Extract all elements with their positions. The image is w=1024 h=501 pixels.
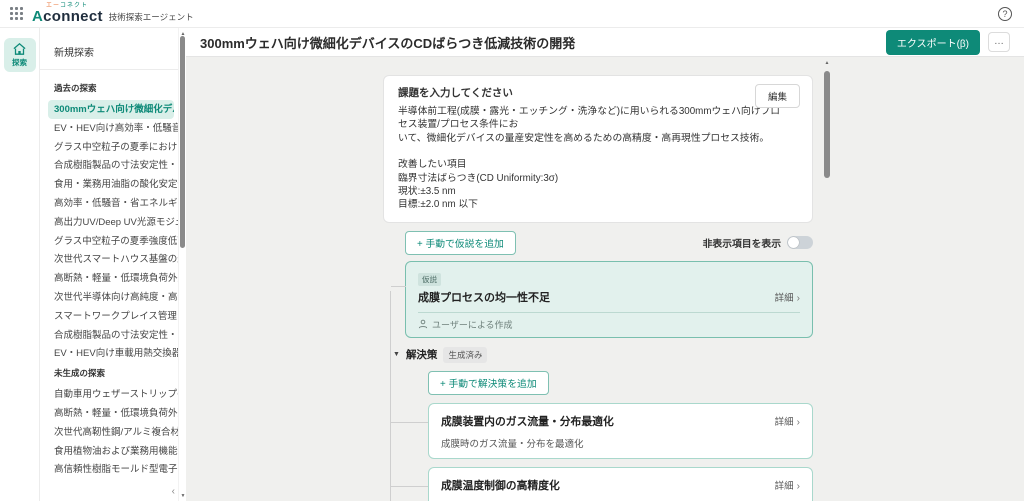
solution-detail-link[interactable]: 詳細› — [775, 478, 800, 492]
solution-description: 成膜時のガス流量・分布を最適化 — [441, 436, 800, 450]
solution-card[interactable]: 成膜温度制御の高精度化詳細›成膜時の温度制御精度を向上 — [428, 467, 813, 501]
sidebar-item[interactable]: 300mmウェハ向け微細化デバイ… — [48, 100, 174, 119]
solutions-section-header: ▼ 解決策 生成済み — [393, 347, 813, 363]
add-solution-button[interactable]: + 手動で解決策を追加 — [428, 371, 549, 395]
sidebar-item[interactable]: スマートワークプレイス管理シス… — [40, 307, 178, 326]
sidebar-item[interactable]: 高出力UV/Deep UV光源モジュー… — [40, 213, 178, 232]
help-icon[interactable]: ? — [998, 7, 1012, 21]
hypothesis-card[interactable]: 仮説 成膜プロセスの均一性不足 詳細› ユーザーによる作成 — [405, 261, 813, 338]
rail-explore-label: 探索 — [4, 57, 36, 68]
nav-rail: 探索 — [0, 28, 40, 501]
person-icon — [418, 319, 428, 329]
caret-down-icon[interactable]: ▼ — [393, 351, 400, 358]
hypothesis-badge: 仮説 — [418, 273, 441, 286]
sidebar-item[interactable]: 自動車用ウェザーストリップの高… — [40, 385, 178, 404]
edit-button[interactable]: 編集 — [755, 84, 800, 108]
sidebar-item[interactable]: EV・HEV向け高効率・低騒音・… — [40, 119, 178, 138]
sidebar-item[interactable]: 次世代高靭性鋼/アルミ複合材料… — [40, 423, 178, 442]
content-scrollbar-thumb[interactable] — [824, 71, 830, 178]
sidebar-divider — [40, 69, 178, 70]
solutions-status-badge: 生成済み — [443, 347, 487, 363]
solutions-label: 解決策 — [406, 347, 438, 362]
sidebar-item[interactable]: 合成樹脂製品の寸法安定性・長寿… — [40, 156, 178, 175]
app-grid-icon[interactable] — [10, 7, 23, 20]
hypothesis-tree: 仮説 成膜プロセスの均一性不足 詳細› ユーザーによる作成 ▼ — [405, 261, 813, 501]
sidebar-item[interactable]: 食用植物油および業務用機能性油… — [40, 442, 178, 461]
sidebar-item[interactable]: 高効率・低騒音・省エネルギー電… — [40, 194, 178, 213]
sidebar-item[interactable]: 食用・業務用油脂の酸化安定性・… — [40, 175, 178, 194]
sidebar-item[interactable]: グラス中空粒子の夏季における強… — [40, 138, 178, 157]
main-header: 300mmウェハ向け微細化デバイスのCDばらつき低減技術の開発 エクスポート(β… — [186, 28, 1024, 57]
app-logo: エーコネクト Aconnect 技術探索エージェント — [32, 3, 194, 25]
solution-title: 成膜装置内のガス流量・分布最適化 — [441, 413, 775, 429]
chevron-right-icon: › — [797, 417, 800, 428]
hypothesis-author: ユーザーによる作成 — [418, 312, 800, 337]
sidebar-item[interactable]: 合成樹脂製品の寸法安定性・長寿… — [40, 326, 178, 345]
show-hidden-label: 非表示項目を表示 — [703, 236, 781, 250]
sidebar-scrollbar[interactable]: ▲ ▼ — [178, 28, 186, 501]
sidebar-item[interactable]: 高断熱・軽量・低環境負荷外壁パ… — [40, 269, 178, 288]
rail-item-explore[interactable]: 探索 — [4, 38, 36, 72]
sidebar-scroll: 過去の探索300mmウェハ向け微細化デバイ…EV・HEV向け高効率・低騒音・…グ… — [40, 78, 178, 478]
solution-card-list: 成膜装置内のガス流量・分布最適化詳細›成膜時のガス流量・分布を最適化成膜温度制御… — [405, 403, 813, 501]
solution-title: 成膜温度制御の高精度化 — [441, 477, 775, 493]
sidebar-section-label: 未生成の探索 — [40, 363, 178, 385]
tree-connector — [390, 291, 391, 501]
home-icon — [13, 43, 26, 55]
solution-card[interactable]: 成膜装置内のガス流量・分布最適化詳細› 成膜時のガス流量・分布を最適化 — [428, 403, 813, 459]
sidebar-item[interactable]: EV・HEV向け車載用熱交換器の… — [40, 344, 178, 363]
challenge-title: 課題を入力してください — [398, 85, 798, 100]
page-title: 300mmウェハ向け微細化デバイスのCDばらつき低減技術の開発 — [200, 33, 878, 52]
sidebar-scrollbar-thumb[interactable] — [180, 36, 185, 248]
sidebar-item[interactable]: 次世代半導体向け高純度・高信頼… — [40, 288, 178, 307]
new-search-button[interactable]: 新規探索 — [40, 38, 178, 69]
sidebar-collapse-icon[interactable]: ‹ — [172, 487, 175, 497]
chevron-right-icon: › — [797, 481, 800, 492]
hypothesis-title: 成膜プロセスの均一性不足 — [418, 289, 775, 305]
challenge-panel: 課題を入力してください 編集 半導体前工程(成膜・露光・エッチング・洗浄など)に… — [383, 75, 813, 223]
solution-detail-link[interactable]: 詳細› — [775, 414, 800, 428]
sidebar-section-label: 過去の探索 — [40, 78, 178, 100]
content-scrollbar[interactable]: ▲ — [823, 60, 831, 500]
add-hypothesis-button[interactable]: + 手動で仮説を追加 — [405, 231, 516, 255]
hypothesis-detail-link[interactable]: 詳細› — [775, 290, 800, 304]
sidebar-item[interactable]: グラス中空粒子の夏季強度低下の… — [40, 232, 178, 251]
scroll-up-icon[interactable]: ▲ — [823, 60, 831, 66]
top-header: エーコネクト Aconnect 技術探索エージェント ? — [0, 0, 1024, 28]
sidebar-item[interactable]: 高信頼性樹脂モールド型電子部品… — [40, 460, 178, 478]
more-options-button[interactable]: … — [988, 32, 1010, 52]
sidebar-item[interactable]: 次世代スマートハウス基盤の最適… — [40, 250, 178, 269]
app-subtitle: 技術探索エージェント — [109, 11, 194, 25]
content-area: 課題を入力してください 編集 半導体前工程(成膜・露光・エッチング・洗浄など)に… — [186, 57, 1024, 501]
show-hidden-toggle[interactable] — [787, 236, 813, 249]
sidebar-item[interactable]: 高断熱・軽量・低環境負荷外壁パ… — [40, 404, 178, 423]
export-button[interactable]: エクスポート(β) — [886, 30, 980, 55]
sidebar: 新規探索 過去の探索300mmウェハ向け微細化デバイ…EV・HEV向け高効率・低… — [40, 28, 178, 501]
chevron-right-icon: › — [797, 293, 800, 304]
challenge-body: 半導体前工程(成膜・露光・エッチング・洗浄など)に用いられる300mmウェハ向け… — [398, 105, 788, 212]
